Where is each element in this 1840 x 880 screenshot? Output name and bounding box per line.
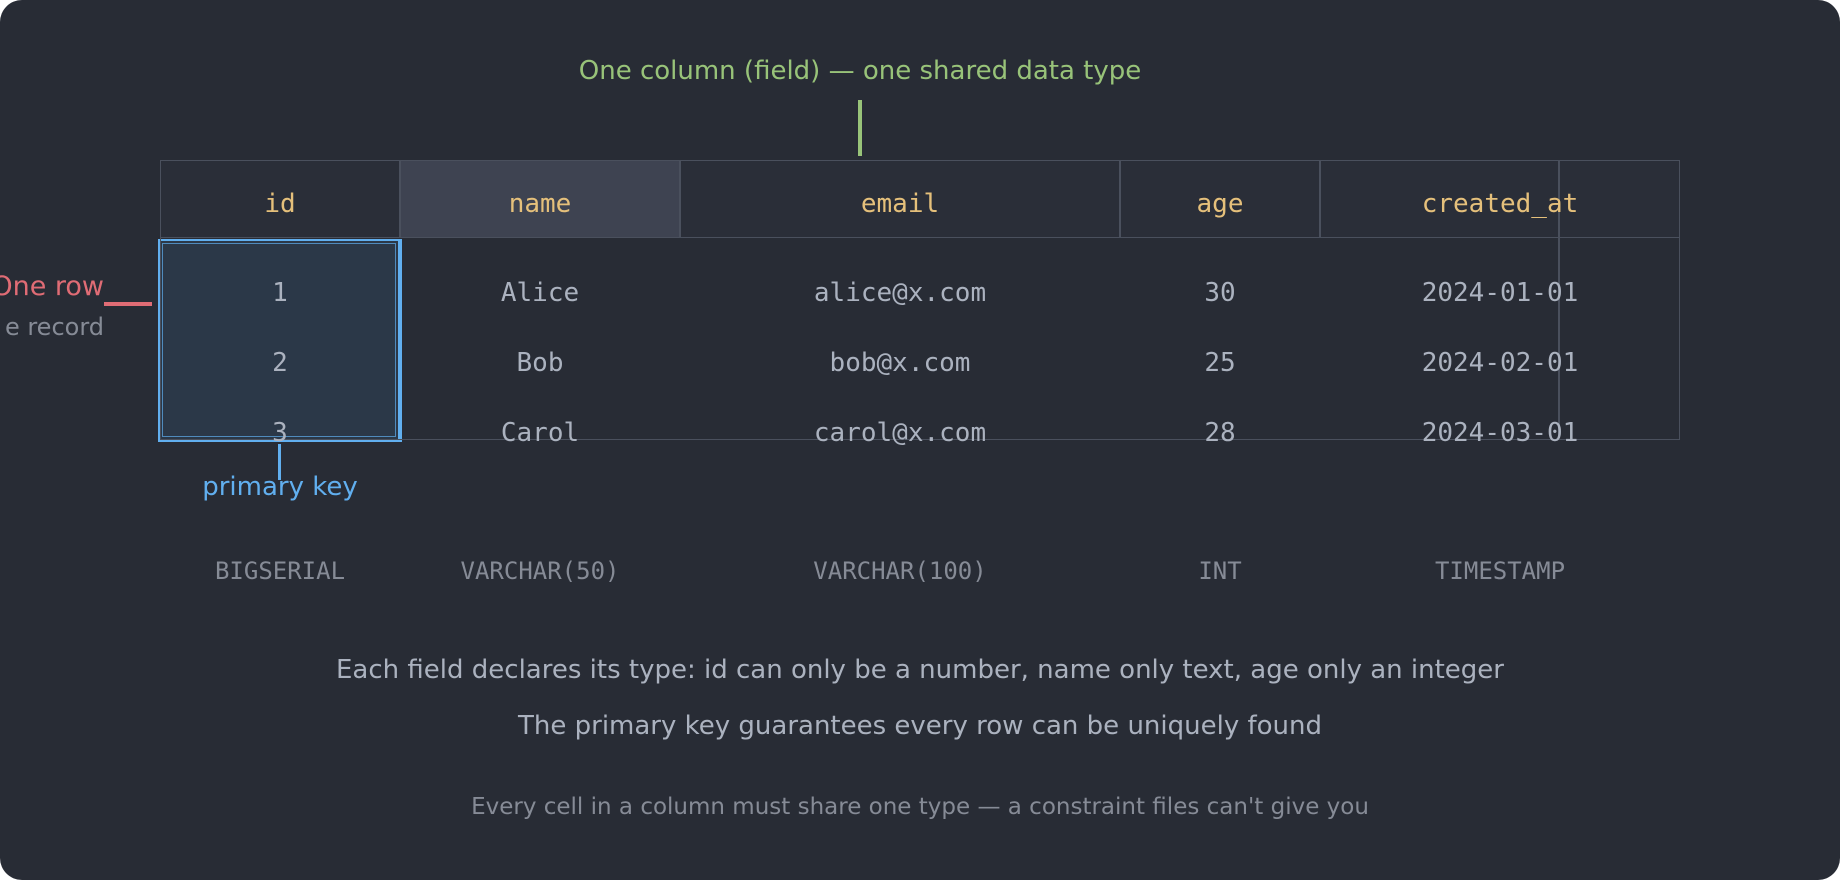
cell-row2-id: 2 <box>272 348 288 378</box>
cell-row3-created-at: 2024-03-01 <box>1421 418 1579 448</box>
header-name: name <box>508 189 572 219</box>
type-created-at: TIMESTAMP <box>1434 557 1566 585</box>
diagram-canvas: One column (field) — one shared data typ… <box>0 0 1840 880</box>
header-created-at: created_at <box>1421 189 1579 219</box>
cell-row1-age: 30 <box>1204 278 1236 308</box>
cell-row1-name: Alice <box>500 278 580 308</box>
cell-row2-name: Bob <box>516 348 564 378</box>
column-annotation-connector <box>858 100 862 156</box>
note-primary-key: The primary key guarantees every row can… <box>518 711 1322 741</box>
cell-row2-email: bob@x.com <box>829 348 971 378</box>
cell-row2-age: 25 <box>1204 348 1236 378</box>
cell-row1-email: alice@x.com <box>813 278 987 308</box>
type-id: BIGSERIAL <box>214 557 346 585</box>
type-age: INT <box>1198 557 1242 585</box>
column-annotation: One column (field) — one shared data typ… <box>578 56 1142 86</box>
cell-row1-created-at: 2024-01-01 <box>1421 278 1579 308</box>
row-annotation-sublabel: e record <box>4 313 104 341</box>
header-age: age <box>1196 189 1244 219</box>
note-constraint: Every cell in a column must share one ty… <box>471 794 1369 820</box>
type-email: VARCHAR(100) <box>813 557 987 585</box>
cell-row1-id: 1 <box>272 278 288 308</box>
row-annotation-label: One row <box>0 271 104 302</box>
type-name: VARCHAR(50) <box>460 557 620 585</box>
note-field-types: Each field declares its type: id can onl… <box>336 655 1504 685</box>
cell-row3-name: Carol <box>500 418 580 448</box>
cell-row3-age: 28 <box>1204 418 1236 448</box>
cell-row3-email: carol@x.com <box>813 418 987 448</box>
cell-row2-created-at: 2024-02-01 <box>1421 348 1579 378</box>
header-id: id <box>264 189 296 219</box>
primary-key-label: primary key <box>202 472 358 502</box>
header-email: email <box>860 189 940 219</box>
row-annotation-connector <box>104 302 152 306</box>
